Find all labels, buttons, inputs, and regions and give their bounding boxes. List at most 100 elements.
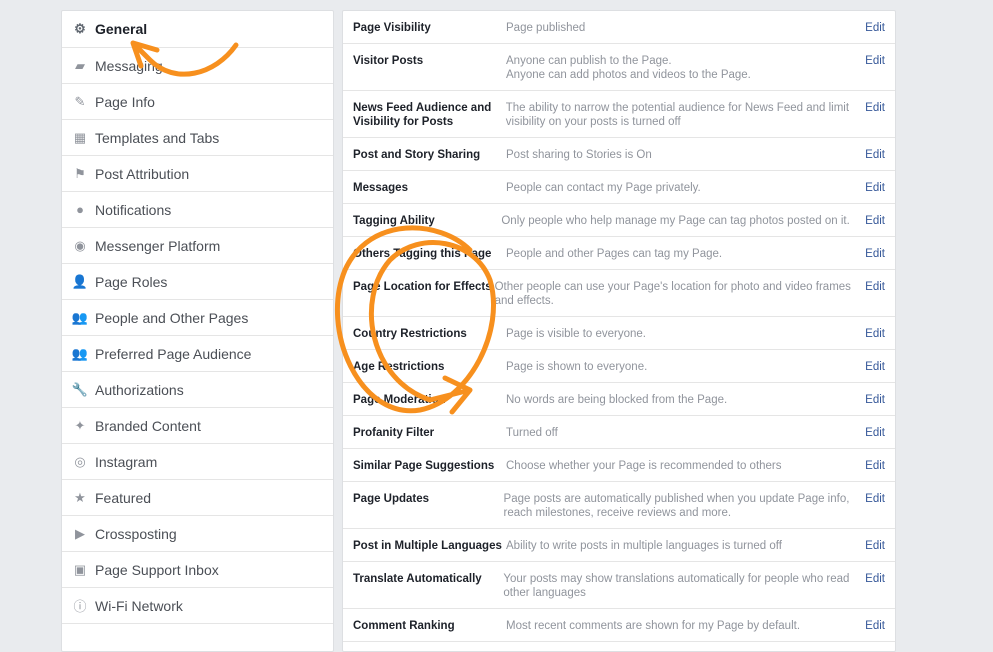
sidebar-item-label: People and Other Pages — [95, 309, 249, 326]
setting-value: Ability to write posts in multiple langu… — [506, 539, 859, 553]
sidebar-item-branded-content[interactable]: ✦ Branded Content — [62, 408, 333, 444]
wrench-icon: 🔧 — [71, 381, 89, 397]
setting-value-line: Other people can use your Page's locatio… — [494, 281, 851, 293]
setting-row: Visitor Posts Anyone can publish to the P… — [343, 44, 895, 91]
sidebar-item-page-support-inbox[interactable]: ▣ Page Support Inbox — [62, 552, 333, 588]
setting-value-line: Anyone can publish to the Page. — [506, 55, 672, 67]
sidebar-item-general[interactable]: ⚙ General — [62, 11, 333, 48]
setting-row: Messages People can contact my Page priva… — [343, 171, 895, 204]
setting-label: Country Restrictions — [353, 328, 467, 340]
sidebar-item-messenger-platform[interactable]: ◉ Messenger Platform — [62, 228, 333, 264]
setting-label: News Feed Audience and Visibility for Po… — [353, 102, 492, 128]
setting-row: Post and Story Sharing Post sharing to St… — [343, 138, 895, 171]
sidebar-item-label: Page Support Inbox — [95, 561, 219, 578]
setting-value-line: Page is visible to everyone. — [506, 328, 646, 340]
gear-icon: ⚙ — [74, 21, 86, 36]
setting-value-line: Page is shown to everyone. — [506, 361, 648, 373]
edit-link[interactable]: Edit — [860, 214, 885, 228]
sidebar-item-page-info[interactable]: ✎ Page Info — [62, 84, 333, 120]
edit-link[interactable]: Edit — [859, 492, 885, 520]
sidebar-item-crossposting[interactable]: ▶ Crossposting — [62, 516, 333, 552]
edit-link[interactable]: Edit — [859, 539, 885, 553]
edit-link[interactable]: Edit — [859, 360, 885, 374]
sidebar-item-page-roles[interactable]: 👤 Page Roles — [62, 264, 333, 300]
sidebar-item-post-attribution[interactable]: ⚑ Post Attribution — [62, 156, 333, 192]
sidebar-item-label: Preferred Page Audience — [95, 345, 252, 362]
sidebar-item-wi-fi-network[interactable]: ⓘ Wi-Fi Network — [62, 588, 333, 624]
handshake-icon: ✦ — [74, 417, 86, 433]
edit-link[interactable]: Edit — [859, 459, 885, 473]
sidebar-item-authorizations[interactable]: 🔧 Authorizations — [62, 372, 333, 408]
edit-link[interactable]: Edit — [859, 101, 885, 129]
setting-value: Your posts may show translations automat… — [503, 572, 859, 600]
setting-value-line: other languages — [503, 587, 586, 599]
sidebar-item-messaging[interactable]: ▰ Messaging — [62, 48, 333, 84]
sidebar-item-label: Notifications — [95, 201, 172, 218]
sidebar-item-label: Messenger Platform — [95, 237, 221, 254]
setting-label: Page Visibility — [353, 22, 431, 34]
setting-value-line: reach milestones, receive reviews and mo… — [503, 507, 732, 519]
setting-label: Page Updates — [353, 493, 430, 505]
edit-link[interactable]: Edit — [859, 327, 885, 341]
sidebar-item-instagram[interactable]: ◎ Instagram — [62, 444, 333, 480]
facebook-icon: ▣ — [73, 561, 87, 577]
setting-value-line: Ability to write posts in multiple langu… — [506, 540, 782, 552]
setting-value: Turned off — [506, 426, 859, 440]
edit-link[interactable]: Edit — [859, 148, 885, 162]
setting-value-line: No words are being blocked from the Page… — [506, 394, 728, 406]
setting-row: Page Location for Effects Other people ca… — [343, 270, 895, 317]
setting-row: News Feed Audience and Visibility for Po… — [343, 91, 895, 138]
sidebar-item-label: Page Info — [95, 93, 155, 110]
people-add-icon: 👥 — [71, 345, 89, 361]
setting-row: Page Updates Page posts are automatically… — [343, 482, 895, 529]
edit-link[interactable]: Edit — [861, 280, 885, 308]
setting-value: No words are being blocked from the Page… — [506, 393, 859, 407]
setting-value: People can contact my Page privately. — [506, 181, 859, 195]
setting-value: Anyone can publish to the Page. Anyone ca… — [506, 54, 859, 82]
edit-link[interactable]: Edit — [859, 572, 885, 600]
sidebar-item-people-and-other-pages[interactable]: 👥 People and Other Pages — [62, 300, 333, 336]
sidebar-item-label: Templates and Tabs — [95, 129, 220, 146]
setting-value-line: The ability to narrow the potential audi… — [505, 102, 850, 114]
setting-label: Age Restrictions — [353, 361, 445, 373]
setting-label: Profanity Filter — [353, 427, 435, 439]
setting-value: Other people can use your Page's locatio… — [495, 280, 861, 308]
sidebar-item-notifications[interactable]: ● Notifications — [62, 192, 333, 228]
star-icon: ★ — [74, 489, 86, 505]
setting-label: Post and Story Sharing — [353, 149, 481, 161]
sidebar-item-label: Branded Content — [95, 417, 201, 434]
setting-value: Page posts are automatically published w… — [504, 492, 860, 520]
setting-row: Translate Automatically Your posts may sh… — [343, 562, 895, 609]
edit-link[interactable]: Edit — [859, 181, 885, 195]
setting-value: People and other Pages can tag my Page. — [506, 247, 859, 261]
setting-label: Translate Automatically — [353, 573, 482, 585]
edit-link[interactable]: Edit — [859, 247, 885, 261]
sidebar-item-templates-and-tabs[interactable]: ▦ Templates and Tabs — [62, 120, 333, 156]
setting-row: Page Moderation No words are being blocke… — [343, 383, 895, 416]
edit-link[interactable]: Edit — [859, 393, 885, 407]
sidebar-item-label: General — [95, 21, 148, 37]
setting-value: Post sharing to Stories is On — [506, 148, 859, 162]
sidebar-item-label: Messaging — [95, 57, 163, 74]
setting-row: Others Tagging this Page People and other… — [343, 237, 895, 270]
sidebar-item-label: Instagram — [95, 453, 158, 470]
edit-link[interactable]: Edit — [859, 21, 885, 35]
sidebar-item-label: Authorizations — [95, 381, 184, 398]
edit-link[interactable]: Edit — [859, 54, 885, 82]
setting-value: Choose whether your Page is recommended … — [506, 459, 859, 473]
edit-link[interactable]: Edit — [859, 619, 885, 633]
sidebar-item-label: Page Roles — [95, 273, 168, 290]
setting-label: Messages — [353, 182, 408, 194]
setting-value-line: visibility on your posts is turned off — [505, 116, 681, 128]
sidebar-item-label: Wi-Fi Network — [95, 597, 183, 614]
sidebar-item-preferred-page-audience[interactable]: 👥 Preferred Page Audience — [62, 336, 333, 372]
pencil-icon: ✎ — [74, 93, 86, 109]
video-camera-icon: ▶ — [75, 525, 85, 541]
flag-icon: ⚑ — [74, 165, 86, 181]
sidebar-item-featured[interactable]: ★ Featured — [62, 480, 333, 516]
setting-row: Post in Multiple Languages Ability to wri… — [343, 529, 895, 562]
setting-value-line: Turned off — [506, 427, 558, 439]
setting-row: Comment Ranking Most recent comments are … — [343, 609, 895, 642]
edit-link[interactable]: Edit — [859, 426, 885, 440]
sidebar-item-label: Post Attribution — [95, 165, 190, 182]
